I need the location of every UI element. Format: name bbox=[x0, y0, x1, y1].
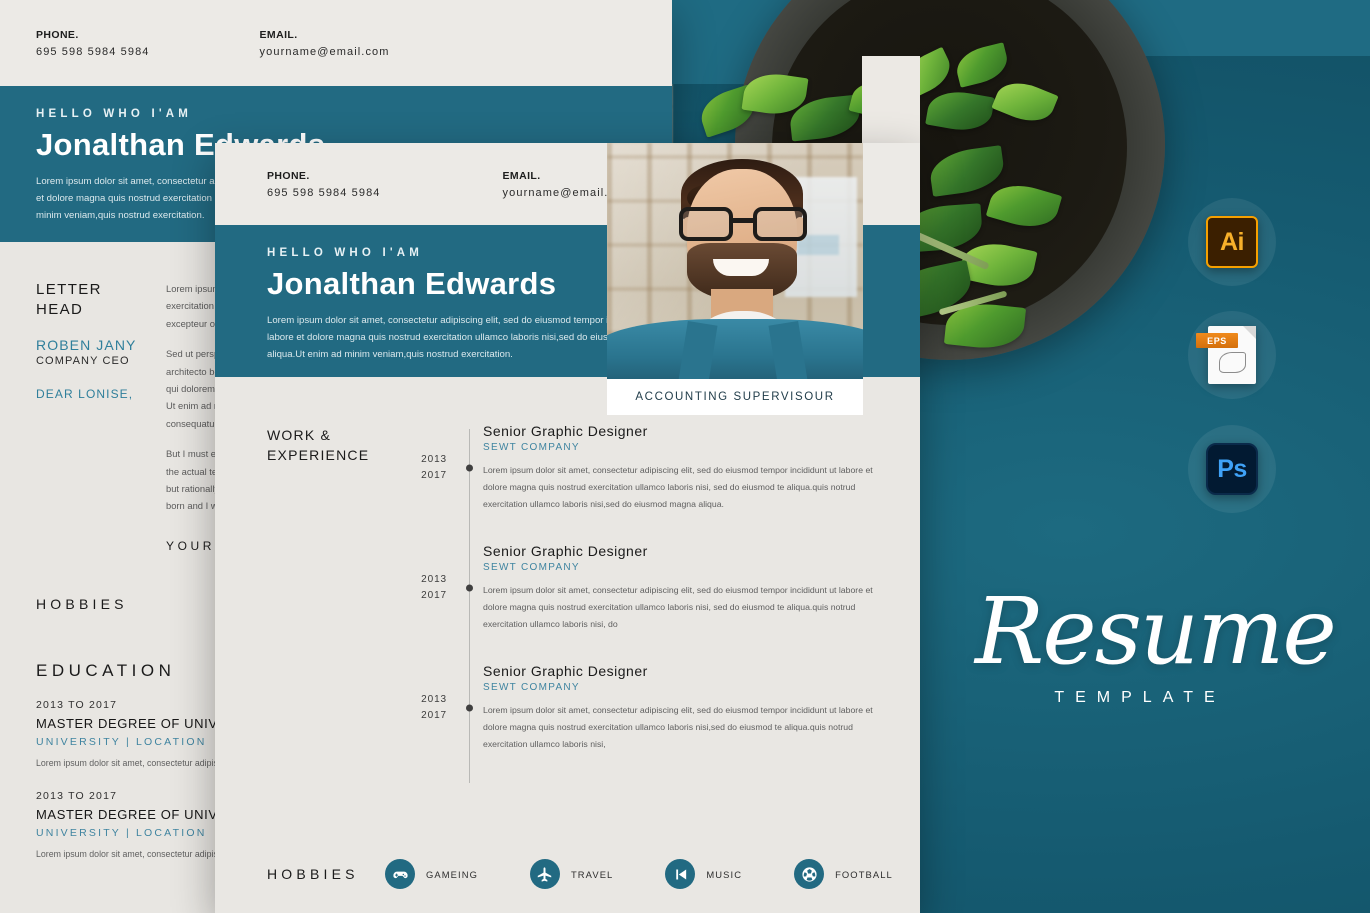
timeline-dot-icon bbox=[465, 464, 473, 472]
hobby-item-travel[interactable]: TRAVEL bbox=[529, 859, 614, 889]
work-timeline-item: 2013 2017 Senior Graphic Designer SEWT C… bbox=[385, 423, 920, 513]
portrait-glasses-icon bbox=[679, 207, 807, 241]
letter-head-title-line1: LETTER bbox=[36, 281, 102, 298]
front-hobbies-label: HOBBIES bbox=[267, 866, 359, 882]
front-job-title: ACCOUNTING SUPERVISOUR bbox=[607, 379, 863, 415]
front-hobbies-list: GAMEING TRAVEL MUSIC FOOTBALL bbox=[385, 859, 893, 889]
work-item-role: Senior Graphic Designer bbox=[483, 662, 648, 679]
hobby-label: GAMEING bbox=[426, 868, 478, 880]
front-phone-value: 695 598 5984 5984 bbox=[267, 186, 381, 199]
hobby-label: MUSIC bbox=[706, 868, 743, 880]
timeline-dot-icon bbox=[465, 584, 473, 592]
letter-head-meta: LETTER HEAD ROBEN JANY COMPANY CEO DEAR … bbox=[36, 280, 166, 553]
eps-badge-label: EPS bbox=[1196, 333, 1238, 348]
work-item-years: 2013 2017 bbox=[385, 452, 461, 483]
back-email-block: EMAIL. yourname@email.com bbox=[260, 29, 390, 58]
work-item-role: Senior Graphic Designer bbox=[483, 423, 648, 439]
work-item-description: Lorem ipsum dolor sit amet, consectetur … bbox=[483, 704, 873, 749]
work-item-content: Senior Graphic Designer SEWT COMPANY Lor… bbox=[461, 423, 920, 513]
back-email-label: EMAIL. bbox=[259, 28, 298, 41]
work-item-year-end: 2017 bbox=[421, 469, 447, 481]
football-icon bbox=[794, 859, 825, 889]
work-item-year-start: 2013 bbox=[421, 574, 447, 586]
back-phone-block: PHONE. 695 598 5984 5984 bbox=[36, 29, 150, 58]
illustrator-ai-icon: Ai bbox=[1188, 198, 1276, 286]
hobby-item-gaming[interactable]: GAMEING bbox=[385, 859, 478, 889]
letter-salutation: DEAR LONISE, bbox=[36, 386, 134, 401]
work-item-years: 2013 2017 bbox=[385, 572, 461, 603]
back-contact-bar: PHONE. 695 598 5984 5984 EMAIL. yourname… bbox=[0, 0, 672, 86]
work-item-company: SEWT COMPANY bbox=[483, 681, 580, 693]
hobby-item-football[interactable]: FOOTBALL bbox=[794, 859, 893, 889]
back-phone-label: PHONE. bbox=[36, 28, 79, 41]
hobby-item-music[interactable]: MUSIC bbox=[665, 859, 742, 889]
letter-head-title: LETTER HEAD bbox=[36, 280, 166, 321]
front-phone-label: PHONE. bbox=[267, 169, 310, 182]
photoshop-ps-icon: Ps bbox=[1188, 425, 1276, 513]
work-timeline-item: 2013 2017 Senior Graphic Designer SEWT C… bbox=[385, 543, 920, 633]
work-item-year-end: 2017 bbox=[421, 589, 447, 601]
resume-page-front[interactable]: PHONE. 695 598 5984 5984 EMAIL. yourname… bbox=[215, 143, 920, 913]
work-timeline-item: 2013 2017 Senior Graphic Designer SEWT C… bbox=[385, 663, 920, 753]
work-experience-heading: WORK & EXPERIENCE bbox=[267, 423, 385, 783]
work-item-company: SEWT COMPANY bbox=[483, 442, 580, 453]
eps-file-icon: EPS bbox=[1188, 311, 1276, 399]
eps-vector-shape bbox=[1219, 352, 1246, 373]
letter-head-title-line2: HEAD bbox=[36, 301, 84, 319]
back-email-value: yourname@email.com bbox=[259, 45, 390, 58]
work-heading-line1: WORK & bbox=[267, 427, 331, 443]
work-item-year-start: 2013 bbox=[421, 454, 447, 466]
ai-tile-label: Ai bbox=[1206, 216, 1258, 268]
music-icon bbox=[665, 859, 696, 889]
front-portrait-photo bbox=[607, 143, 863, 379]
front-phone-block: PHONE. 695 598 5984 5984 bbox=[267, 170, 381, 199]
eps-page: EPS bbox=[1196, 326, 1256, 384]
portrait-smile bbox=[713, 259, 769, 276]
gamepad-icon bbox=[385, 859, 415, 889]
work-experience-section: WORK & EXPERIENCE 2013 2017 Senior Graph… bbox=[215, 423, 920, 783]
work-item-company: SEWT COMPANY bbox=[483, 561, 580, 573]
work-timeline: 2013 2017 Senior Graphic Designer SEWT C… bbox=[385, 423, 920, 783]
letter-recipient-role: COMPANY CEO bbox=[36, 354, 130, 367]
work-item-role: Senior Graphic Designer bbox=[483, 542, 648, 559]
work-item-year-end: 2017 bbox=[421, 709, 447, 721]
timeline-dot-icon bbox=[465, 704, 473, 712]
work-item-year-start: 2013 bbox=[421, 694, 447, 706]
letter-recipient-name: ROBEN JANY bbox=[36, 336, 137, 353]
collage-block-cream-b bbox=[862, 56, 920, 152]
work-item-description: Lorem ipsum dolor sit amet, consectetur … bbox=[483, 465, 873, 509]
back-phone-value: 695 598 5984 5984 bbox=[36, 45, 150, 58]
work-item-years: 2013 2017 bbox=[385, 692, 461, 723]
work-item-content: Senior Graphic Designer SEWT COMPANY Lor… bbox=[461, 543, 920, 633]
hobby-label: FOOTBALL bbox=[835, 868, 893, 880]
airplane-icon bbox=[529, 859, 560, 889]
portrait-shirt bbox=[607, 319, 863, 379]
front-hobbies-section: HOBBIES GAMEING TRAVEL MUSIC FOOTBALL bbox=[215, 859, 920, 889]
mockup-stage: PHONE. 695 598 5984 5984 EMAIL. yourname… bbox=[0, 0, 1370, 913]
back-hobbies-label: HOBBIES bbox=[36, 595, 128, 612]
hobby-label: TRAVEL bbox=[570, 868, 614, 880]
ps-tile-label: Ps bbox=[1206, 443, 1258, 495]
work-item-content: Senior Graphic Designer SEWT COMPANY Lor… bbox=[461, 663, 920, 753]
work-heading-line2: EXPERIENCE bbox=[267, 447, 370, 464]
back-hero-eyebrow: HELLO WHO I'AM bbox=[36, 108, 193, 120]
work-item-description: Lorem ipsum dolor sit amet, consectetur … bbox=[483, 584, 873, 629]
